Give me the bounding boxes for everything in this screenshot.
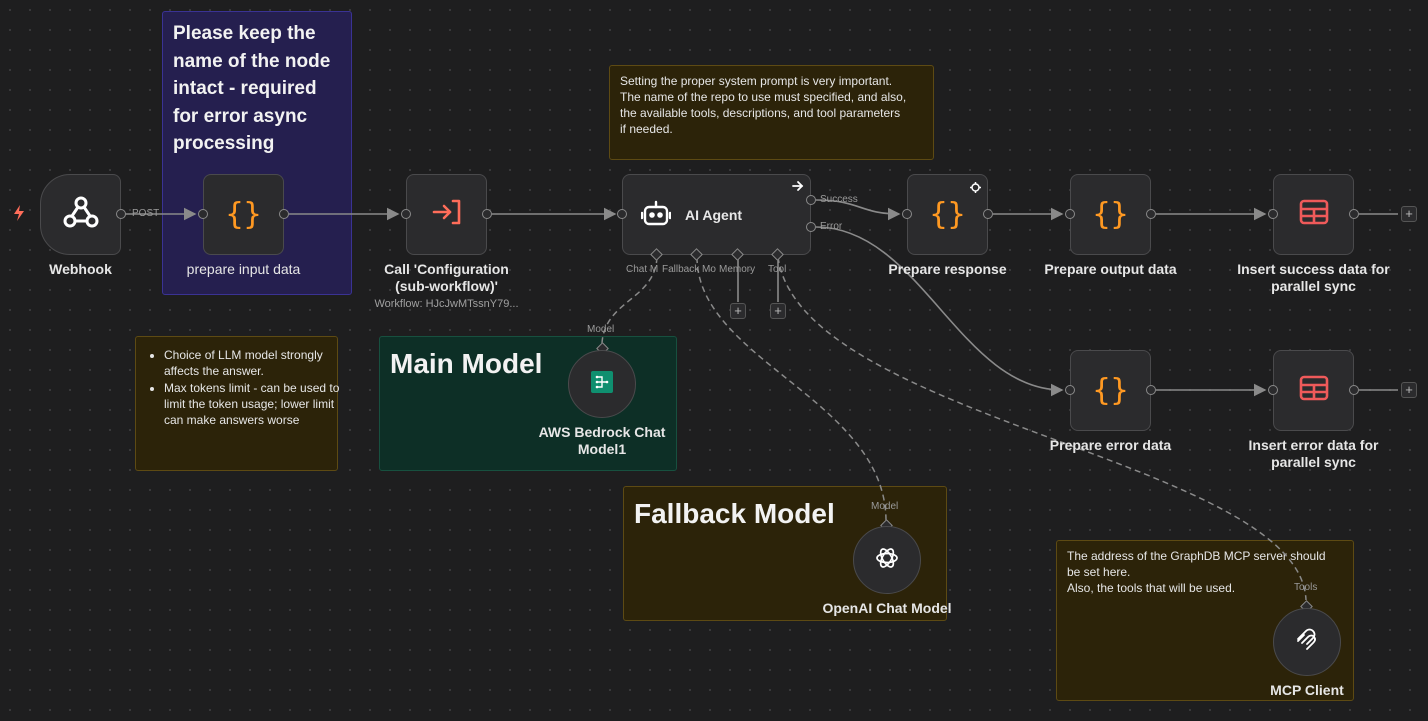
robot-icon [640,199,672,234]
code-braces-icon: {} [225,197,262,232]
node-ai-agent[interactable]: AI Agent [622,174,811,255]
add-node-button[interactable]: + [1401,206,1417,222]
node-openai-chat-model[interactable] [853,526,921,594]
output-port[interactable] [482,209,492,219]
input-label: Tool [768,264,787,275]
mcp-icon [1295,628,1319,657]
input-port[interactable] [198,209,208,219]
node-label: Prepare error data [1049,437,1172,453]
input-port[interactable] [902,209,912,219]
code-braces-icon: {} [1092,373,1129,408]
node-call-configuration[interactable] [406,174,487,255]
connections-layer [125,199,1398,601]
edge-label-post: POST [132,208,160,219]
node-subtitle: Workflow: HJcJwMTssnY79... [374,298,519,310]
output-port[interactable] [1146,209,1156,219]
execute-workflow-icon [431,198,463,231]
input-port[interactable] [617,209,627,219]
add-node-button[interactable]: + [1401,382,1417,398]
input-port[interactable] [401,209,411,219]
input-port[interactable] [1065,209,1075,219]
node-label: MCP Client [1270,682,1344,698]
output-port-success[interactable] [806,195,816,205]
node-label: Call 'Configuration (sub-workflow)' [384,261,509,294]
output-port[interactable] [983,209,993,219]
input-label: Chat M [626,264,659,275]
trigger-bolt-icon [12,204,26,227]
port-label-tools: Tools [1294,582,1318,593]
node-webhook[interactable] [40,174,121,255]
output-port-error[interactable] [806,222,816,232]
port-label-model: Model [587,324,615,335]
port-label-model: Model [871,501,899,512]
node-label: AWS Bedrock Chat Model1 [538,424,666,457]
code-braces-icon: {} [1092,197,1129,232]
table-icon [1299,375,1329,406]
node-label: Prepare output data [1044,261,1177,277]
node-label: Insert success data for parallel sync [1237,261,1390,294]
node-label: Insert error data for parallel sync [1248,437,1379,470]
node-mcp-client[interactable] [1273,608,1341,676]
output-port[interactable] [1146,385,1156,395]
bedrock-icon [591,370,613,398]
output-port[interactable] [116,209,126,219]
output-port[interactable] [1349,385,1359,395]
connection-openai-to-agent [696,256,887,521]
add-memory-button[interactable]: + [730,303,746,319]
input-port[interactable] [1065,385,1075,395]
openai-icon [874,545,900,576]
input-port[interactable] [1268,209,1278,219]
node-label: prepare input data [186,261,301,277]
add-tool-button[interactable]: + [770,303,786,319]
output-label-success: Success [820,194,858,205]
node-prepare-input-data[interactable]: {} [203,174,284,255]
node-insert-success-data[interactable] [1273,174,1354,255]
code-braces-icon: {} [929,197,966,232]
input-port[interactable] [1268,385,1278,395]
output-label-error: Error [820,221,843,232]
webhook-icon [62,193,100,236]
node-title: AI Agent [685,206,743,223]
node-prepare-error-data[interactable]: {} [1070,350,1151,431]
node-prepare-output-data[interactable]: {} [1070,174,1151,255]
node-label: Prepare response [888,261,1007,277]
pin-target-icon [970,180,981,198]
output-port[interactable] [1349,209,1359,219]
node-label: Webhook [49,261,112,277]
node-label: OpenAI Chat Model [822,600,952,616]
node-insert-error-data[interactable] [1273,350,1354,431]
output-port[interactable] [279,209,289,219]
arrow-right-icon [792,179,804,197]
node-prepare-response[interactable]: {} [907,174,988,255]
input-label: Memory [719,264,756,275]
input-label: Fallback Mo [662,264,716,275]
table-icon [1299,199,1329,230]
node-aws-bedrock-chat-model[interactable] [568,350,636,418]
